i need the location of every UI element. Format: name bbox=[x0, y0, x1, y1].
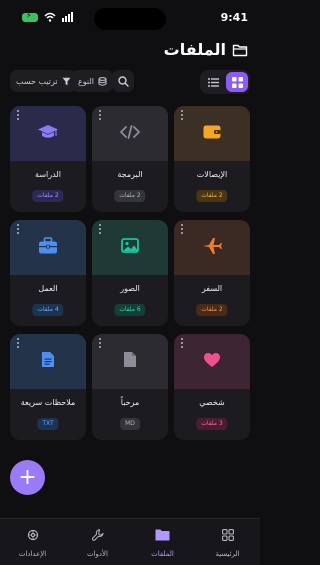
card-title: السفر bbox=[201, 284, 223, 293]
status-icons: ⚡ bbox=[22, 11, 74, 22]
filter-icon bbox=[62, 77, 71, 85]
sort-chip[interactable]: ترتيب حسب bbox=[10, 70, 77, 92]
briefcase-icon bbox=[38, 237, 58, 258]
folder-icon bbox=[155, 526, 170, 545]
wallet-icon bbox=[203, 124, 221, 143]
document-icon bbox=[41, 351, 55, 372]
folder-card[interactable]: مرحباً MD bbox=[92, 334, 168, 440]
more-options-icon[interactable] bbox=[96, 109, 104, 121]
plus-icon: + bbox=[18, 464, 37, 490]
card-title: شخصي bbox=[199, 398, 225, 407]
search-icon bbox=[117, 75, 129, 87]
nav-label: الملفات bbox=[151, 550, 174, 558]
battery-icon: ⚡ bbox=[22, 11, 38, 22]
more-options-icon[interactable] bbox=[14, 337, 22, 349]
grid-icon bbox=[231, 76, 243, 88]
card-badge: 2 ملفات bbox=[32, 190, 64, 202]
nav-item-grid[interactable]: الرئيسية bbox=[195, 519, 260, 565]
gear-icon bbox=[27, 526, 39, 545]
card-thumbnail bbox=[92, 334, 168, 389]
card-thumbnail bbox=[10, 334, 86, 389]
card-badge: 3 ملفات bbox=[196, 418, 228, 430]
card-thumbnail bbox=[10, 106, 86, 161]
file-icon bbox=[123, 351, 137, 372]
database-icon bbox=[98, 76, 107, 86]
card-badge: 4 ملفات bbox=[32, 304, 64, 316]
grid-icon bbox=[221, 526, 234, 545]
toolbar: النوع ترتيب حسب bbox=[10, 70, 250, 94]
list-icon bbox=[207, 77, 219, 87]
card-title: الصور bbox=[120, 284, 140, 293]
nav-label: الإعدادات bbox=[18, 550, 47, 558]
card-title: الدراسة bbox=[35, 170, 61, 179]
card-thumbnail bbox=[92, 106, 168, 161]
card-title: الإيصالات bbox=[196, 170, 228, 179]
status-bar: ⚡ 9:41 bbox=[0, 0, 260, 36]
signal-icon bbox=[62, 12, 73, 22]
bottom-nav: الرئيسية الملفات الأدوات الإعدادات bbox=[0, 518, 260, 565]
card-badge: 2 ملفات bbox=[196, 190, 228, 202]
folder-card[interactable]: ملاحظات سريعة TXT bbox=[10, 334, 86, 440]
card-thumbnail bbox=[10, 220, 86, 275]
nav-label: الأدوات bbox=[87, 550, 108, 558]
folder-card[interactable]: العمل 4 ملفات bbox=[10, 220, 86, 326]
folder-card[interactable]: الدراسة 2 ملفات bbox=[10, 106, 86, 212]
heart-icon bbox=[203, 352, 221, 372]
type-filter-label: النوع bbox=[78, 76, 94, 86]
image-icon bbox=[121, 238, 139, 257]
view-toggle bbox=[200, 70, 250, 94]
folder-card[interactable]: السفر 2 ملفات bbox=[174, 220, 250, 326]
nav-item-gear[interactable]: الإعدادات bbox=[0, 519, 65, 565]
card-thumbnail bbox=[174, 220, 250, 275]
more-options-icon[interactable] bbox=[96, 337, 104, 349]
page-title: الملفات bbox=[163, 40, 226, 59]
card-badge: 2 ملفات bbox=[114, 190, 146, 202]
nav-item-wrench[interactable]: الأدوات bbox=[65, 519, 130, 565]
card-thumbnail bbox=[174, 106, 250, 161]
sort-label: ترتيب حسب bbox=[16, 76, 58, 86]
folder-card[interactable]: الإيصالات 2 ملفات bbox=[174, 106, 250, 212]
header: الملفات bbox=[164, 40, 248, 59]
list-view-button[interactable] bbox=[202, 72, 224, 92]
type-filter-chip[interactable]: النوع bbox=[72, 70, 113, 92]
airplane-icon bbox=[202, 237, 222, 259]
folder-icon bbox=[232, 44, 248, 56]
card-title: العمل bbox=[38, 284, 58, 293]
more-options-icon[interactable] bbox=[14, 109, 22, 121]
card-thumbnail bbox=[92, 220, 168, 275]
code-icon bbox=[120, 124, 140, 143]
status-time: 9:41 bbox=[220, 11, 248, 24]
nav-item-folder[interactable]: الملفات bbox=[130, 519, 195, 565]
graduation-cap-icon bbox=[37, 124, 59, 144]
folder-card[interactable]: شخصي 3 ملفات bbox=[174, 334, 250, 440]
card-thumbnail bbox=[174, 334, 250, 389]
card-badge: MD bbox=[120, 418, 140, 430]
more-options-icon[interactable] bbox=[178, 223, 186, 235]
more-options-icon[interactable] bbox=[14, 223, 22, 235]
wrench-icon bbox=[91, 526, 104, 545]
folder-card[interactable]: البرمجة 2 ملفات bbox=[92, 106, 168, 212]
card-title: ملاحظات سريعة bbox=[20, 398, 76, 407]
folder-card[interactable]: الصور 6 ملفات bbox=[92, 220, 168, 326]
more-options-icon[interactable] bbox=[96, 223, 104, 235]
search-button[interactable] bbox=[112, 70, 134, 92]
nav-label: الرئيسية bbox=[215, 550, 240, 558]
add-button[interactable]: + bbox=[10, 460, 45, 495]
card-badge: 2 ملفات bbox=[196, 304, 228, 316]
more-options-icon[interactable] bbox=[178, 109, 186, 121]
card-badge: 6 ملفات bbox=[114, 304, 146, 316]
wifi-icon bbox=[44, 12, 56, 22]
grid-view-button[interactable] bbox=[226, 72, 248, 92]
folder-grid: الإيصالات 2 ملفات البرمجة 2 ملفات الدراس… bbox=[10, 106, 250, 440]
camera-notch bbox=[94, 8, 166, 30]
card-title: البرمجة bbox=[117, 170, 143, 179]
more-options-icon[interactable] bbox=[178, 337, 186, 349]
card-badge: TXT bbox=[37, 418, 59, 430]
card-title: مرحباً bbox=[120, 398, 140, 407]
